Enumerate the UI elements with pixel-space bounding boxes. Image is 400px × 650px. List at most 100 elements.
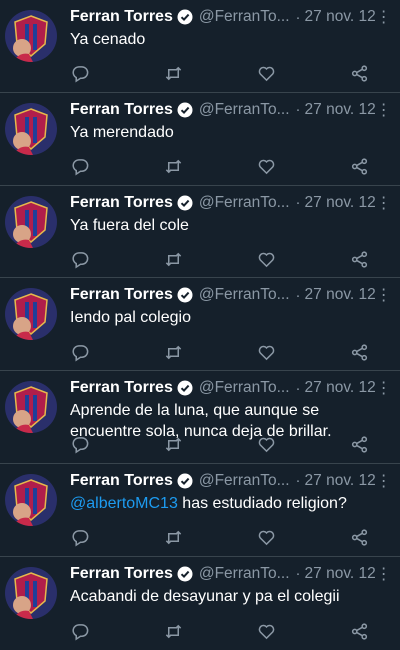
- verified-badge-icon: [177, 195, 193, 211]
- author-name[interactable]: Ferran Torres: [70, 565, 173, 583]
- tweet-date[interactable]: 27 nov. 12: [305, 565, 376, 583]
- tweet-date[interactable]: 27 nov. 12: [305, 101, 376, 119]
- tweet-date[interactable]: 27 nov. 12: [305, 8, 376, 26]
- author-name[interactable]: Ferran Torres: [70, 8, 173, 26]
- separator: ·: [295, 286, 301, 304]
- tweet-actions: [70, 622, 370, 642]
- author-handle[interactable]: @FerranTo...: [199, 8, 290, 26]
- more-options-icon[interactable]: ⋮: [376, 100, 397, 120]
- tweet-text: Ya merendado: [70, 123, 174, 141]
- heart-icon[interactable]: [257, 342, 277, 362]
- share-icon[interactable]: [350, 528, 370, 548]
- share-icon[interactable]: [350, 622, 370, 642]
- tweet-text: Ya cenado: [70, 31, 146, 48]
- heart-icon[interactable]: [257, 622, 277, 642]
- retweet-icon[interactable]: [163, 528, 183, 548]
- comment-icon[interactable]: [70, 157, 90, 177]
- tweet-date[interactable]: 27 nov. 12: [305, 472, 376, 490]
- author-handle[interactable]: @FerranTo...: [199, 194, 290, 212]
- tweet-text: Acabandi de desayunar y pa el colegii: [70, 587, 340, 605]
- tweet[interactable]: Ferran Torres @FerranTo... · 27 nov. 12 …: [0, 464, 400, 557]
- heart-icon[interactable]: [257, 64, 277, 84]
- separator: ·: [295, 194, 301, 212]
- share-icon[interactable]: [350, 157, 370, 177]
- author-name[interactable]: Ferran Torres: [70, 379, 173, 397]
- heart-icon[interactable]: [257, 435, 277, 455]
- avatar[interactable]: [5, 10, 57, 62]
- more-options-icon[interactable]: ⋮: [376, 285, 397, 305]
- author-handle[interactable]: @FerranTo...: [199, 286, 290, 304]
- tweet-actions: [70, 157, 370, 177]
- retweet-icon[interactable]: [163, 435, 183, 455]
- comment-icon[interactable]: [70, 435, 90, 455]
- tweet-actions: [70, 435, 370, 455]
- separator: ·: [295, 565, 301, 583]
- tweet-feed: Ferran Torres @FerranTo... · 27 nov. 12 …: [0, 0, 400, 650]
- avatar[interactable]: [5, 288, 57, 341]
- retweet-icon[interactable]: [163, 157, 183, 177]
- verified-badge-icon: [177, 473, 193, 489]
- retweet-icon[interactable]: [163, 64, 183, 84]
- verified-badge-icon: [177, 102, 193, 118]
- separator: ·: [295, 8, 301, 26]
- verified-badge-icon: [177, 287, 193, 303]
- more-options-icon[interactable]: ⋮: [376, 7, 397, 27]
- author-name[interactable]: Ferran Torres: [70, 101, 173, 119]
- author-name[interactable]: Ferran Torres: [70, 472, 173, 490]
- avatar-image: [5, 288, 57, 341]
- retweet-icon[interactable]: [163, 342, 183, 362]
- tweet[interactable]: Ferran Torres @FerranTo... · 27 nov. 12 …: [0, 93, 400, 186]
- author-name[interactable]: Ferran Torres: [70, 194, 173, 212]
- tweet-actions: [70, 342, 370, 362]
- more-options-icon[interactable]: ⋮: [376, 378, 397, 398]
- avatar[interactable]: [5, 473, 57, 526]
- tweet-date[interactable]: 27 nov. 12: [305, 194, 376, 212]
- tweet[interactable]: Ferran Torres @FerranTo... · 27 nov. 12 …: [0, 0, 400, 93]
- share-icon[interactable]: [350, 64, 370, 84]
- avatar-image: [5, 381, 57, 434]
- tweet[interactable]: Ferran Torres @FerranTo... · 27 nov. 12 …: [0, 278, 400, 372]
- tweet[interactable]: Ferran Torres @FerranTo... · 27 nov. 12 …: [0, 186, 400, 279]
- comment-icon[interactable]: [70, 342, 90, 362]
- heart-icon[interactable]: [257, 249, 277, 269]
- avatar[interactable]: [5, 566, 57, 619]
- avatar-image: [5, 473, 57, 526]
- tweet[interactable]: Ferran Torres @FerranTo... · 27 nov. 12 …: [0, 371, 400, 464]
- avatar[interactable]: [5, 381, 57, 434]
- comment-icon[interactable]: [70, 64, 90, 84]
- heart-icon[interactable]: [257, 157, 277, 177]
- avatar-image: [5, 566, 57, 619]
- author-handle[interactable]: @FerranTo...: [199, 472, 290, 490]
- comment-icon[interactable]: [70, 249, 90, 269]
- more-options-icon[interactable]: ⋮: [376, 193, 397, 213]
- avatar[interactable]: [5, 102, 57, 155]
- author-handle[interactable]: @FerranTo...: [199, 565, 290, 583]
- tweet-text: @albertoMC13 has estudiado religion?: [70, 493, 394, 514]
- tweet-text: Iendo pal colegio: [70, 309, 191, 327]
- separator: ·: [295, 379, 301, 397]
- share-icon[interactable]: [350, 342, 370, 362]
- tweet-date[interactable]: 27 nov. 12: [305, 286, 376, 304]
- share-icon[interactable]: [350, 435, 370, 455]
- author-name[interactable]: Ferran Torres: [70, 286, 173, 304]
- verified-badge-icon: [177, 9, 193, 25]
- separator: ·: [295, 472, 301, 490]
- tweet[interactable]: Ferran Torres @FerranTo... · 27 nov. 12 …: [0, 557, 400, 650]
- comment-icon[interactable]: [70, 622, 90, 642]
- author-handle[interactable]: @FerranTo...: [199, 101, 290, 119]
- mention-link[interactable]: @albertoMC13: [70, 495, 178, 512]
- heart-icon[interactable]: [257, 528, 277, 548]
- tweet-date[interactable]: 27 nov. 12: [305, 379, 376, 397]
- more-options-icon[interactable]: ⋮: [376, 564, 397, 584]
- avatar-image: [5, 10, 57, 62]
- more-options-icon[interactable]: ⋮: [376, 471, 397, 491]
- tweet-actions: [70, 528, 370, 548]
- avatar[interactable]: [5, 195, 57, 248]
- retweet-icon[interactable]: [163, 622, 183, 642]
- comment-icon[interactable]: [70, 528, 90, 548]
- tweet-actions: [70, 249, 370, 269]
- avatar-image: [5, 195, 57, 248]
- share-icon[interactable]: [350, 249, 370, 269]
- author-handle[interactable]: @FerranTo...: [199, 379, 290, 397]
- retweet-icon[interactable]: [163, 249, 183, 269]
